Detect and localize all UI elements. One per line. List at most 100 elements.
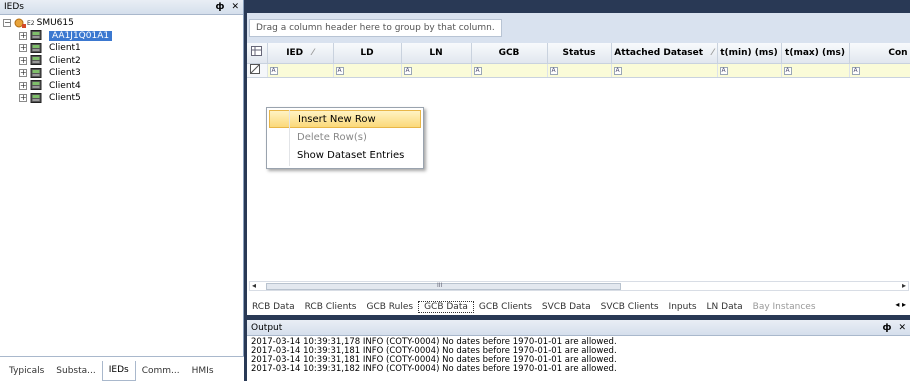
clear-filter-icon[interactable] (247, 63, 268, 78)
data-tab[interactable]: Inputs (664, 302, 702, 312)
tree-root[interactable]: − E2 SMU615 (3, 17, 243, 30)
filter-cell[interactable]: A (717, 63, 782, 78)
filter-cell[interactable]: A (401, 63, 472, 78)
column-header[interactable]: LN (401, 43, 472, 64)
filter-operator-icon[interactable]: A (549, 67, 558, 75)
output-title: Output (251, 322, 283, 333)
data-tab[interactable]: LN Data (702, 302, 748, 312)
context-menu-item[interactable]: Insert New Row (269, 110, 421, 128)
horizontal-scrollbar[interactable]: ◂ III ▸ (249, 281, 909, 291)
pin-icon[interactable]: ф (883, 323, 892, 333)
filter-operator-icon[interactable]: A (613, 67, 622, 75)
filter-operator-icon[interactable]: A (403, 67, 412, 75)
tree-item[interactable]: + Client1 (3, 42, 243, 55)
grid-options-icon[interactable] (247, 43, 268, 64)
column-header[interactable]: LD (333, 43, 402, 64)
left-tab[interactable]: IEDs (101, 361, 136, 381)
filter-operator-icon[interactable]: A (335, 67, 344, 75)
tab-scroll-icons[interactable]: ◂ ▸ (895, 300, 906, 309)
column-header[interactable]: Attached Dataset ⁄ (611, 43, 718, 64)
substation-icon (14, 18, 26, 28)
sort-icon: ⁄ (709, 47, 714, 58)
column-header-label: GCB (498, 47, 520, 58)
ied-device-icon (30, 30, 42, 41)
filter-cell[interactable]: A (611, 63, 718, 78)
column-header[interactable]: GCB (471, 43, 548, 64)
expand-icon[interactable]: + (19, 94, 27, 103)
expand-icon[interactable]: + (19, 69, 27, 78)
filter-operator-icon[interactable]: A (473, 67, 482, 75)
left-tab[interactable]: Comm... (136, 361, 186, 381)
expand-icon[interactable]: + (19, 44, 27, 53)
column-header-label: Attached Dataset (614, 47, 704, 58)
root-badge: E2 (27, 19, 35, 27)
data-view-tabs: RCB Data RCB Clients GCB Rules GCB Data GCB … (247, 298, 910, 315)
ieds-panel-title: IEDs (4, 2, 24, 12)
data-tab[interactable]: GCB Rules (362, 302, 419, 312)
ied-tree: − E2 SMU615 + AA1J1Q01A1 + Client1 + Client2 +… (0, 15, 243, 105)
collapse-icon[interactable]: − (3, 19, 11, 28)
tree-item-label: Client1 (49, 43, 81, 54)
scroll-right-icon[interactable]: ▸ (902, 281, 906, 290)
left-bottom-tabs: Typicals Substa... IEDs Comm... HMIs (0, 356, 244, 381)
output-header: Output ф ✕ (247, 320, 910, 336)
filter-cell[interactable]: A (267, 63, 334, 78)
ied-device-icon (30, 55, 42, 66)
filter-cell[interactable]: A (333, 63, 402, 78)
left-tab[interactable]: HMIs (186, 361, 220, 381)
group-by-hint[interactable]: Drag a column header here to group by th… (249, 19, 502, 37)
scroll-thumb[interactable]: III (266, 282, 621, 290)
data-tab[interactable]: SVCB Clients (596, 302, 664, 312)
filter-cell[interactable]: A (471, 63, 548, 78)
data-tab[interactable]: GCB Clients (474, 302, 537, 312)
ied-device-icon (30, 80, 42, 91)
filter-cell[interactable]: A (781, 63, 850, 78)
sort-icon: ⁄ (309, 47, 314, 58)
tree-item[interactable]: + Client5 (3, 92, 243, 105)
filter-operator-icon[interactable]: A (783, 67, 792, 75)
context-menu-item[interactable]: Delete Row(s) (269, 128, 421, 146)
data-tab[interactable]: GCB Data (418, 300, 474, 313)
tree-item[interactable]: + Client2 (3, 55, 243, 68)
data-tab[interactable]: RCB Clients (300, 302, 362, 312)
left-tab[interactable]: Typicals (3, 361, 50, 381)
column-header[interactable]: Con (849, 43, 910, 64)
filter-operator-icon[interactable]: A (851, 67, 860, 75)
column-header[interactable]: Status (547, 43, 612, 64)
tree-item-label: Client3 (49, 68, 81, 79)
output-panel: Output ф ✕ 2017-03-14 10:39:31,178 INFO … (247, 320, 910, 381)
context-menu-item[interactable]: Show Dataset Entries (269, 146, 421, 164)
scroll-grip: III (437, 282, 443, 289)
expand-icon[interactable]: + (19, 81, 27, 90)
data-grid: IED ⁄ LD LN GCB Status Attached Dataset ⁄ t(mi… (247, 43, 910, 78)
left-tab[interactable]: Substa... (50, 361, 101, 381)
column-header-label: t(max) (ms) (785, 47, 845, 58)
tree-item[interactable]: + Client4 (3, 80, 243, 93)
tree-item[interactable]: + Client3 (3, 67, 243, 80)
data-tab[interactable]: SVCB Data (537, 302, 596, 312)
column-header[interactable]: t(max) (ms) (781, 43, 850, 64)
tree-item-label: AA1J1Q01A1 (49, 30, 113, 41)
ieds-panel-header: IEDs ф ✕ (0, 0, 243, 15)
scroll-left-icon[interactable]: ◂ (252, 281, 256, 290)
column-header[interactable]: IED ⁄ (267, 43, 334, 64)
group-by-bar: Drag a column header here to group by th… (247, 13, 910, 43)
expand-icon[interactable]: + (19, 56, 27, 65)
filter-cell[interactable]: A (547, 63, 612, 78)
column-header[interactable]: t(min) (ms) (717, 43, 782, 64)
data-tab[interactable]: Bay Instances (748, 302, 821, 312)
context-menu: Insert New Row Delete Row(s) Show Dataset … (266, 107, 424, 169)
expand-icon[interactable]: + (19, 31, 27, 40)
column-header-label: IED (286, 47, 304, 58)
pin-icon[interactable]: ф (216, 2, 225, 12)
filter-operator-icon[interactable]: A (269, 67, 278, 75)
close-icon[interactable]: ✕ (898, 323, 906, 333)
filter-operator-icon[interactable]: A (719, 67, 728, 75)
close-icon[interactable]: ✕ (231, 2, 239, 12)
tree-item[interactable]: + AA1J1Q01A1 (3, 30, 243, 43)
column-header-label: LN (429, 47, 443, 58)
data-tab[interactable]: RCB Data (247, 302, 300, 312)
column-header-label: Status (562, 47, 596, 58)
filter-cell[interactable]: A (849, 63, 910, 78)
tree-item-label: Client4 (49, 80, 81, 91)
